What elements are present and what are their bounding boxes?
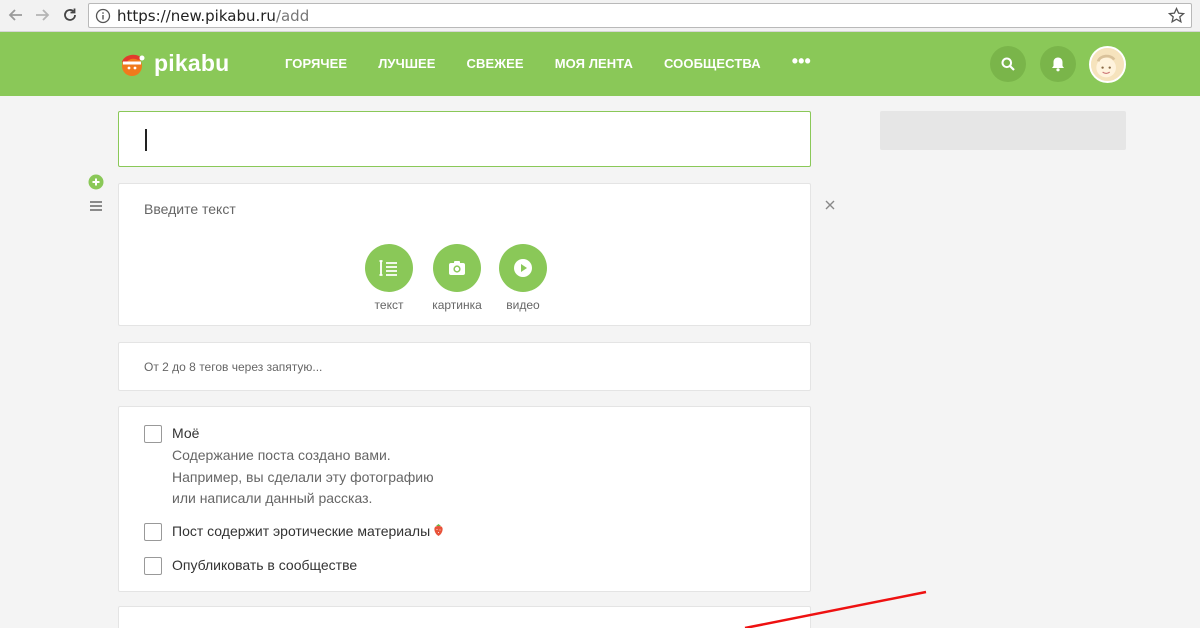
forward-button[interactable] [31, 4, 53, 26]
community-label[interactable]: Опубликовать в сообществе [172, 557, 357, 573]
text-tool-label: текст [374, 298, 404, 312]
arrow-left-icon [8, 9, 22, 21]
user-avatar[interactable] [1089, 46, 1126, 83]
community-checkbox[interactable] [144, 557, 162, 575]
logo-text: pikabu [154, 49, 230, 76]
camera-icon [449, 261, 465, 275]
add-block-icon[interactable] [88, 174, 104, 190]
tags-placeholder: От 2 до 8 тегов через запятую... [144, 360, 323, 374]
text-tool-circle[interactable] [365, 244, 413, 292]
info-icon[interactable] [95, 8, 111, 24]
mine-desc-line: или написали данный рассказ. [172, 490, 373, 506]
add-video-button[interactable]: видео [493, 244, 553, 312]
notifications-button[interactable] [1040, 46, 1076, 82]
post-editor[interactable]: Введите текст текст картинка видео [118, 183, 811, 326]
bell-icon [1052, 57, 1064, 72]
next-section-card [118, 606, 811, 628]
url-text: https://new.pikabu.ru/add [117, 7, 309, 25]
nav-hot[interactable]: ГОРЯЧЕЕ [285, 56, 347, 72]
editor-placeholder: Введите текст [144, 201, 236, 217]
video-tool-circle[interactable] [499, 244, 547, 292]
mine-checkbox[interactable] [144, 425, 162, 443]
main-nav: ГОРЯЧЕЕ ЛУЧШЕЕ СВЕЖЕЕ МОЯ ЛЕНТА СООБЩЕСТ… [285, 51, 842, 72]
nav-best[interactable]: ЛУЧШЕЕ [378, 56, 435, 72]
back-button[interactable] [5, 4, 27, 26]
post-title-input[interactable] [118, 111, 811, 167]
mine-label[interactable]: Моё [172, 425, 199, 441]
image-tool-circle[interactable] [433, 244, 481, 292]
nav-my-feed[interactable]: МОЯ ЛЕНТА [555, 56, 633, 72]
mine-desc-line: Содержание поста создано вами. [172, 447, 391, 463]
tags-input[interactable]: От 2 до 8 тегов через запятую... [118, 342, 811, 391]
strawberry-icon [434, 524, 443, 536]
logo[interactable]: pikabu [118, 48, 229, 78]
search-icon [1001, 57, 1015, 71]
nav-fresh[interactable]: СВЕЖЕЕ [467, 56, 524, 72]
mine-description: Содержание поста создано вами. Например,… [172, 445, 434, 510]
nav-communities[interactable]: СООБЩЕСТВА [664, 56, 761, 72]
mine-desc-line: Например, вы сделали эту фотографию [172, 468, 434, 485]
arrow-right-icon [36, 9, 50, 21]
reload-icon [64, 8, 76, 21]
erotic-checkbox[interactable] [144, 523, 162, 541]
cut-off-text [144, 622, 294, 628]
avatar-image-icon [1091, 48, 1124, 81]
image-tool-label: картинка [432, 298, 482, 312]
reload-button[interactable] [59, 4, 81, 26]
erotic-label[interactable]: Пост содержит эротические материалы [172, 523, 444, 539]
sidebar-placeholder [880, 111, 1126, 150]
post-options: Моё Содержание поста создано вами. Напри… [118, 406, 811, 592]
close-icon[interactable] [823, 198, 837, 212]
url-path: /add [275, 6, 310, 25]
video-tool-label: видео [506, 298, 540, 312]
more-menu-icon[interactable]: ••• [792, 51, 811, 72]
add-text-button[interactable]: текст [359, 244, 419, 312]
drag-handle-icon[interactable] [88, 198, 104, 214]
url-host: https://new.pikabu.ru [117, 6, 276, 25]
address-bar[interactable]: https://new.pikabu.ru/add [88, 3, 1192, 28]
text-icon [379, 260, 397, 276]
play-icon [514, 259, 532, 277]
text-caret [145, 129, 147, 151]
site-header: pikabu ГОРЯЧЕЕ ЛУЧШЕЕ СВЕЖЕЕ МОЯ ЛЕНТА С… [0, 32, 1200, 96]
add-image-button[interactable]: картинка [427, 244, 487, 312]
bookmark-star-icon[interactable] [1168, 7, 1185, 24]
pikabu-logo-icon [122, 54, 145, 76]
browser-toolbar: https://new.pikabu.ru/add [0, 0, 1200, 32]
erotic-label-text: Пост содержит эротические материалы [172, 523, 431, 539]
search-button[interactable] [990, 46, 1026, 82]
